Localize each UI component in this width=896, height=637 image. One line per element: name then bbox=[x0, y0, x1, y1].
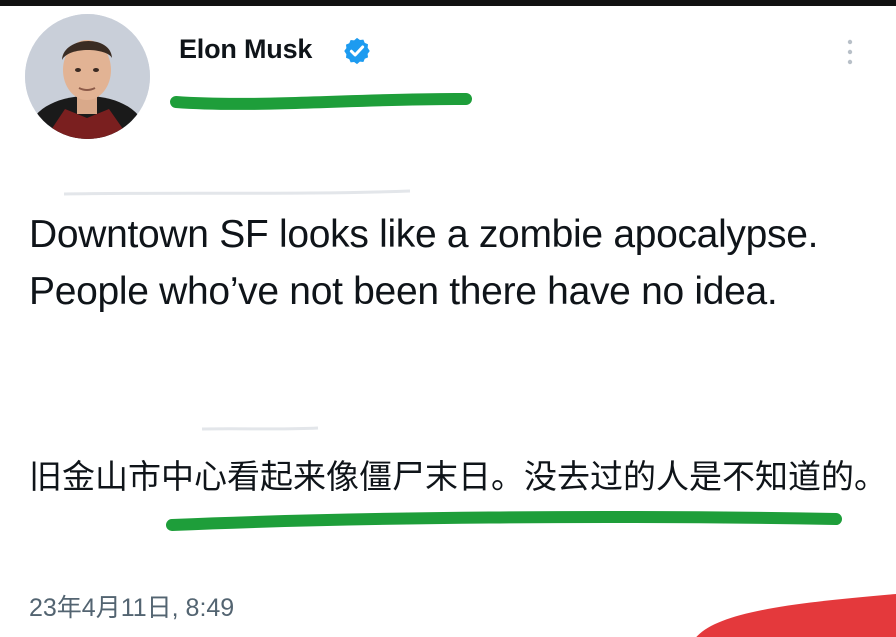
faint-mark bbox=[63, 189, 411, 196]
faint-mark bbox=[201, 426, 319, 431]
vertical-dots-icon[interactable] bbox=[836, 34, 864, 70]
author-name[interactable]: Elon Musk bbox=[179, 34, 312, 65]
tweet-text: Downtown SF looks like a zombie apocalyp… bbox=[29, 213, 819, 313]
red-corner-mark bbox=[696, 594, 896, 637]
avatar[interactable] bbox=[25, 14, 150, 139]
green-underline-mark bbox=[166, 511, 842, 531]
green-underline-mark bbox=[170, 92, 472, 110]
tweet-timestamp[interactable]: 23年4月11日, 8:49 bbox=[29, 588, 234, 624]
profile-photo bbox=[25, 14, 150, 139]
translated-text: 旧金山市中心看起来像僵尸末日。没去过的人是不知道的。 bbox=[29, 457, 887, 496]
tweet-card: Elon Musk Downtown SF looks like a zombi… bbox=[0, 0, 896, 637]
verified-badge-icon bbox=[344, 37, 370, 65]
